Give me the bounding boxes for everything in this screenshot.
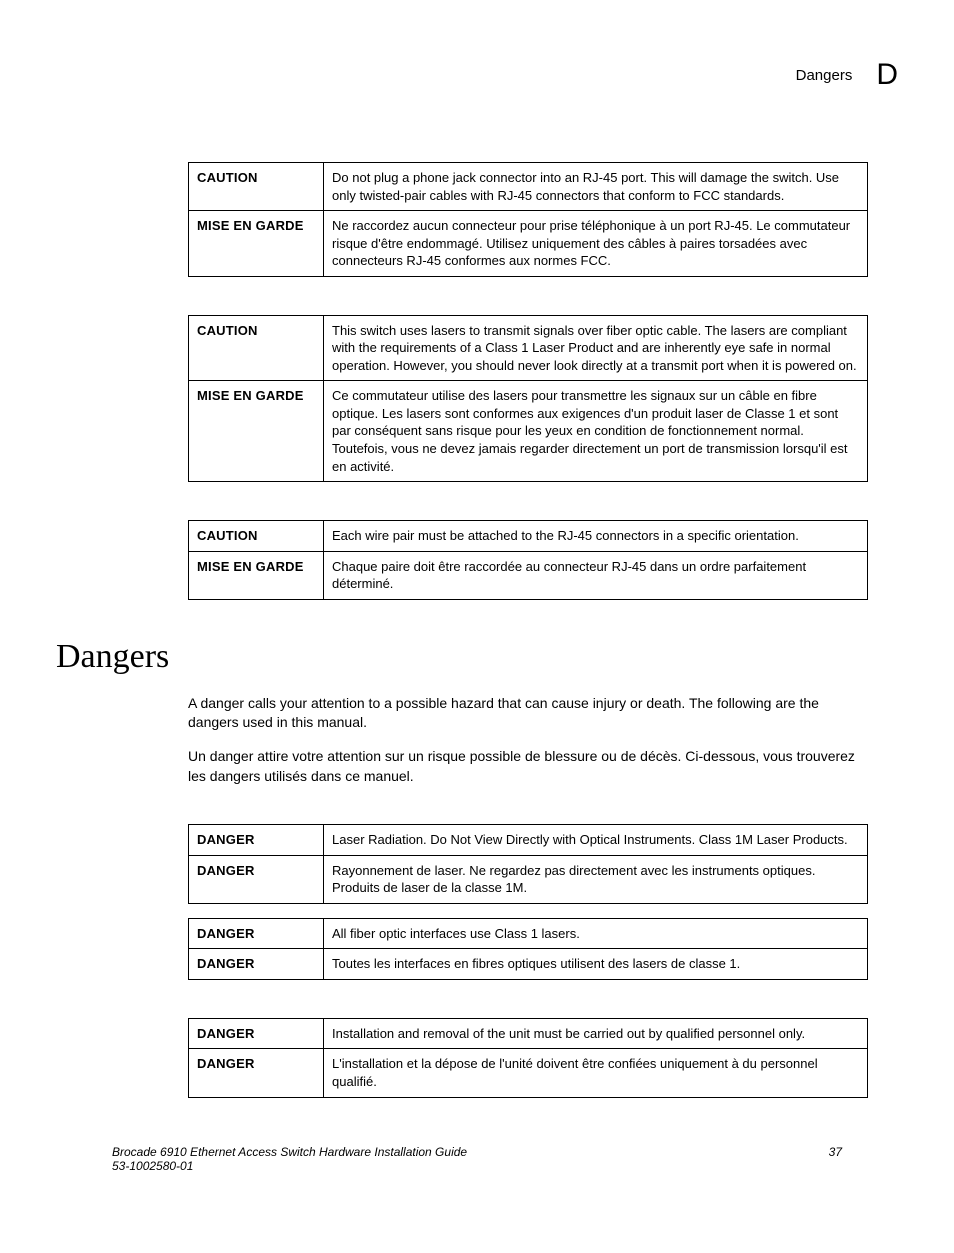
table-row: DANGER L'installation et la dépose de l'… xyxy=(189,1049,868,1097)
intro-paragraph-en: A danger calls your attention to a possi… xyxy=(188,694,868,733)
caution-table-laser: CAUTION This switch uses lasers to trans… xyxy=(188,315,868,482)
table-row: CAUTION Each wire pair must be attached … xyxy=(189,521,868,552)
footer-doc-title: Brocade 6910 Ethernet Access Switch Hard… xyxy=(112,1145,467,1159)
footer-doc-number: 53-1002580-01 xyxy=(112,1159,467,1173)
table-row: DANGER Rayonnement de laser. Ne regardez… xyxy=(189,855,868,903)
mise-en-garde-text: Ne raccordez aucun connecteur pour prise… xyxy=(324,211,868,277)
table-row: DANGER Toutes les interfaces en fibres o… xyxy=(189,949,868,980)
danger-table-installation: DANGER Installation and removal of the u… xyxy=(188,1018,868,1098)
danger-text: Rayonnement de laser. Ne regardez pas di… xyxy=(324,855,868,903)
danger-label: DANGER xyxy=(189,1049,324,1097)
table-row: DANGER Installation and removal of the u… xyxy=(189,1018,868,1049)
table-row: DANGER All fiber optic interfaces use Cl… xyxy=(189,918,868,949)
danger-text: All fiber optic interfaces use Class 1 l… xyxy=(324,918,868,949)
danger-label: DANGER xyxy=(189,918,324,949)
danger-text: Toutes les interfaces en fibres optiques… xyxy=(324,949,868,980)
table-row: DANGER Laser Radiation. Do Not View Dire… xyxy=(189,825,868,856)
intro-paragraph-fr: Un danger attire votre attention sur un … xyxy=(188,747,868,786)
caution-label: CAUTION xyxy=(189,521,324,552)
danger-table-fiber-optic: DANGER All fiber optic interfaces use Cl… xyxy=(188,918,868,980)
page-header: Dangers D xyxy=(56,58,898,92)
caution-table-rj45-phone: CAUTION Do not plug a phone jack connect… xyxy=(188,162,868,277)
header-section-text: Dangers xyxy=(796,67,853,84)
header-appendix-letter: D xyxy=(876,58,898,92)
danger-text: Installation and removal of the unit mus… xyxy=(324,1018,868,1049)
caution-text: Do not plug a phone jack connector into … xyxy=(324,163,868,211)
danger-text: Laser Radiation. Do Not View Directly wi… xyxy=(324,825,868,856)
table-row: MISE EN GARDE Chaque paire doit être rac… xyxy=(189,551,868,599)
danger-label: DANGER xyxy=(189,949,324,980)
table-row: MISE EN GARDE Ne raccordez aucun connect… xyxy=(189,211,868,277)
footer-left: Brocade 6910 Ethernet Access Switch Hard… xyxy=(112,1145,467,1173)
danger-label: DANGER xyxy=(189,825,324,856)
mise-en-garde-label: MISE EN GARDE xyxy=(189,551,324,599)
danger-label: DANGER xyxy=(189,855,324,903)
caution-text: This switch uses lasers to transmit sign… xyxy=(324,315,868,381)
mise-en-garde-label: MISE EN GARDE xyxy=(189,381,324,482)
caution-label: CAUTION xyxy=(189,163,324,211)
mise-en-garde-text: Chaque paire doit être raccordée au conn… xyxy=(324,551,868,599)
section-heading-dangers: Dangers xyxy=(56,638,898,676)
mise-en-garde-label: MISE EN GARDE xyxy=(189,211,324,277)
caution-text: Each wire pair must be attached to the R… xyxy=(324,521,868,552)
mise-en-garde-text: Ce commutateur utilise des lasers pour t… xyxy=(324,381,868,482)
page-footer: Brocade 6910 Ethernet Access Switch Hard… xyxy=(112,1145,842,1173)
danger-text: L'installation et la dépose de l'unité d… xyxy=(324,1049,868,1097)
danger-label: DANGER xyxy=(189,1018,324,1049)
table-row: MISE EN GARDE Ce commutateur utilise des… xyxy=(189,381,868,482)
caution-table-wire-pair: CAUTION Each wire pair must be attached … xyxy=(188,520,868,600)
danger-table-laser-radiation: DANGER Laser Radiation. Do Not View Dire… xyxy=(188,824,868,904)
table-row: CAUTION Do not plug a phone jack connect… xyxy=(189,163,868,211)
caution-label: CAUTION xyxy=(189,315,324,381)
table-row: CAUTION This switch uses lasers to trans… xyxy=(189,315,868,381)
footer-page-number: 37 xyxy=(829,1145,842,1173)
